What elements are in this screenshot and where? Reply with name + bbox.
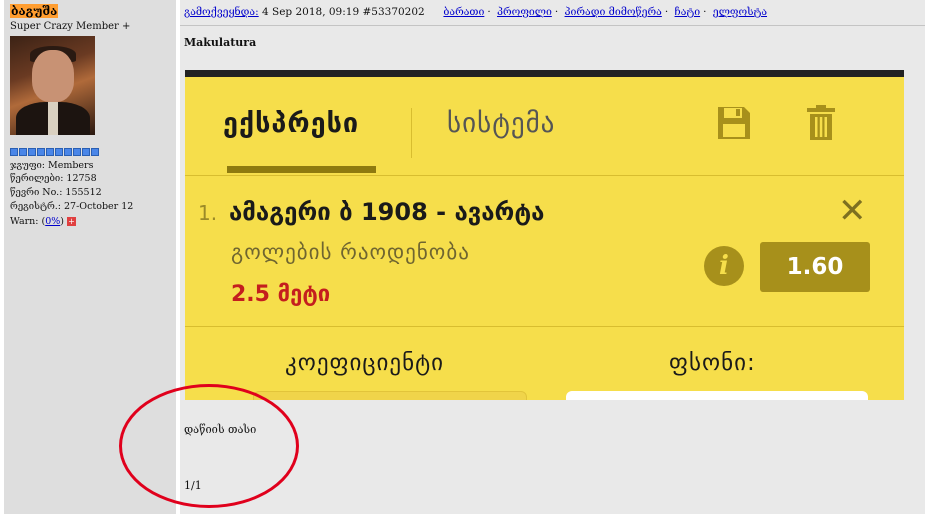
action-email[interactable]: ელფოსტა <box>713 6 767 18</box>
rank-pip <box>37 148 45 156</box>
action-profile[interactable]: პროფილი <box>497 6 552 18</box>
warn-value-link[interactable]: 0% <box>45 216 60 227</box>
rank-pip <box>91 148 99 156</box>
avatar[interactable] <box>10 36 95 135</box>
post-header: გამოქვეყნდა: 4 Sep 2018, 09:19 #53370202… <box>184 6 768 18</box>
tab-system[interactable]: სისტემა <box>447 108 555 139</box>
stake-label: ფსონი: <box>669 350 756 376</box>
action-card[interactable]: ბარათი <box>443 6 484 18</box>
header-divider <box>180 25 925 26</box>
coefficient-field[interactable] <box>253 391 527 400</box>
selection-market: გოლების რაოდენობა <box>231 240 470 264</box>
warn-close: ) <box>60 216 64 227</box>
username[interactable]: ბაგუშა <box>10 4 59 18</box>
user-posts: წერილები: 12758 <box>10 173 97 184</box>
rank-pip <box>73 148 81 156</box>
user-sidebar: ბაგუშა Super Crazy Member + ჯგუფი: Membe… <box>4 0 176 514</box>
selection-match: ამაგერი ბ 1908 - ავარტა <box>229 198 545 226</box>
page-indicator: 1/1 <box>184 479 202 492</box>
user-warn: Warn: (0%) + <box>10 216 76 228</box>
rank-pip <box>28 148 36 156</box>
active-tab-underline <box>227 166 376 173</box>
rank-pip <box>10 148 18 156</box>
rank-pip <box>64 148 72 156</box>
save-icon[interactable] <box>717 106 751 144</box>
close-icon[interactable]: ✕ <box>838 194 867 228</box>
tab-separator <box>411 108 412 158</box>
selection-number: 1. <box>198 201 218 225</box>
action-private-message[interactable]: პირადი მიმოწერა <box>565 6 662 18</box>
trash-icon[interactable] <box>807 105 835 145</box>
user-group: ჯგუფი: Members <box>10 160 94 171</box>
user-rank: Super Crazy Member + <box>10 21 131 32</box>
rank-pip <box>55 148 63 156</box>
selection-pick: 2.5 მეტი <box>231 282 331 307</box>
post-published-link[interactable]: გამოქვეყნდა: <box>184 6 259 18</box>
post-body: გამოქვეყნდა: 4 Sep 2018, 09:19 #53370202… <box>180 0 925 514</box>
rank-pip <box>46 148 54 156</box>
avatar-tie <box>48 102 58 135</box>
odds-badge: 1.60 <box>760 242 870 292</box>
betslip-screenshot: ექსპრესი სისტემა 1. ამაგერი ბ 1908 - ავა… <box>185 70 904 400</box>
post-text: დაწიის თასი <box>184 423 257 436</box>
stake-input[interactable] <box>566 391 868 400</box>
post-title: Makulatura <box>184 36 257 49</box>
post-id: #53370202 <box>362 6 425 18</box>
tab-express[interactable]: ექსპრესი <box>223 108 359 139</box>
warn-label: Warn: ( <box>10 216 46 227</box>
info-icon[interactable]: i <box>704 246 744 286</box>
section-divider <box>185 175 904 176</box>
rank-pip <box>82 148 90 156</box>
rank-pip <box>19 148 27 156</box>
user-registered: რეგისტრ.: 27-October 12 <box>10 201 134 212</box>
rank-pips <box>10 148 99 156</box>
betslip-topbar <box>185 70 904 77</box>
section-divider <box>185 326 904 327</box>
post-date: 4 Sep 2018, 09:19 <box>262 6 360 18</box>
coefficient-label: კოეფიციენტი <box>285 350 445 376</box>
action-chat[interactable]: ჩატი <box>675 6 701 18</box>
user-number: წევრი No.: 155512 <box>10 187 102 198</box>
warn-button[interactable]: + <box>67 217 76 226</box>
avatar-face <box>32 50 74 102</box>
